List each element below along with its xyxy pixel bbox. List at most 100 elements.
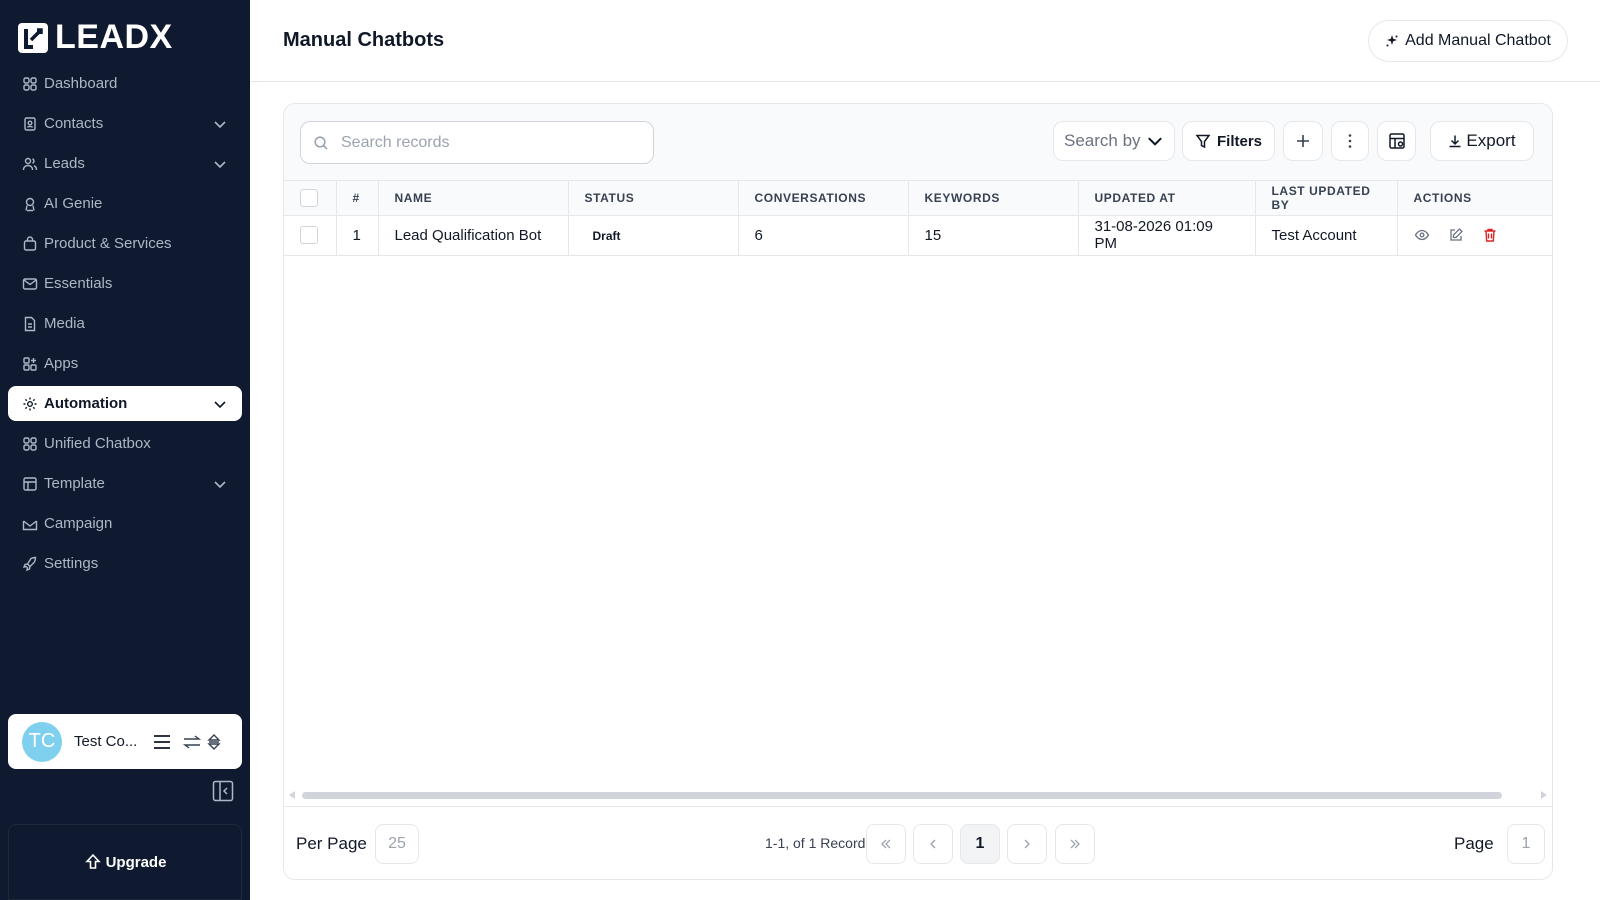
row-select-cell <box>284 215 337 256</box>
pagination-bar: Per Page 25 1-1, of 1 Records 1 Page 1 <box>284 806 1552 879</box>
filters-button[interactable]: Filters <box>1182 121 1275 161</box>
sidebar: LEADX Dashboard Contacts Leads AI Genie … <box>0 0 250 900</box>
upgrade-button[interactable]: Upgrade <box>8 824 242 900</box>
search-icon <box>314 135 328 150</box>
user-card[interactable]: TC Test Co... <box>8 714 242 769</box>
column-header-keywords[interactable]: KEYWORDS <box>908 181 1079 216</box>
chevron-down-icon[interactable] <box>212 476 228 492</box>
row-last-updated-by: Test Account <box>1255 215 1398 256</box>
search-box[interactable] <box>300 121 654 164</box>
chevron-right-icon <box>1024 839 1030 849</box>
upgrade-arrow-icon <box>84 853 101 869</box>
scroll-right-arrow[interactable] <box>1541 791 1547 799</box>
horizontal-scrollbar[interactable] <box>284 788 1552 802</box>
select-all-checkbox[interactable] <box>300 188 318 207</box>
sidebar-item-campaign[interactable]: Campaign <box>8 506 242 541</box>
status-badge: Draft <box>592 228 621 243</box>
chevron-down-icon[interactable] <box>212 396 228 412</box>
filters-label: Filters <box>1216 132 1262 150</box>
sidebar-item-apps[interactable]: Apps <box>8 346 242 381</box>
row-index: 1 <box>336 215 379 256</box>
column-header-index[interactable]: # <box>336 181 379 216</box>
double-chevron-right-icon <box>1070 839 1080 849</box>
table-row[interactable]: 1 Lead Qualification Bot Draft 6 15 31-0… <box>284 215 1552 256</box>
avatar: TC <box>22 721 62 762</box>
plus-icon <box>1297 135 1309 147</box>
column-header-status[interactable]: STATUS <box>568 181 739 216</box>
sidebar-item-settings[interactable]: Settings <box>8 546 242 581</box>
view-eye-icon[interactable] <box>1414 227 1430 243</box>
grid-icon <box>22 76 38 92</box>
rocket-icon <box>22 556 38 572</box>
row-status-cell: Draft <box>568 215 739 256</box>
more-options-button[interactable] <box>1331 121 1369 161</box>
select-all-cell <box>284 181 337 216</box>
menu-icon[interactable] <box>152 732 172 752</box>
column-header-name[interactable]: NAME <box>378 181 569 216</box>
search-by-dropdown[interactable]: Search by <box>1053 121 1175 161</box>
sparkle-icon <box>1386 35 1398 47</box>
next-page-button[interactable] <box>1007 824 1047 864</box>
page-input[interactable]: 1 <box>1507 824 1545 864</box>
sidebar-item-label: Dashboard <box>44 75 118 92</box>
filter-icon <box>1195 134 1211 149</box>
column-header-updated-at[interactable]: UPDATED AT <box>1078 181 1256 216</box>
columns-settings-button[interactable] <box>1377 121 1416 161</box>
column-header-actions: ACTIONS <box>1397 181 1552 216</box>
chevron-left-icon <box>930 839 936 849</box>
column-header-last-updated-by[interactable]: LAST UPDATED BY <box>1255 181 1398 216</box>
sidebar-item-ai-genie[interactable]: AI Genie <box>8 186 242 221</box>
delete-trash-icon[interactable] <box>1482 227 1498 243</box>
template-icon <box>22 476 38 492</box>
sidebar-item-leads[interactable]: Leads <box>8 146 242 181</box>
add-row-button[interactable] <box>1283 121 1323 161</box>
upgrade-label: Upgrade <box>105 853 167 871</box>
logo-icon <box>18 22 48 53</box>
chevron-down-icon[interactable] <box>212 156 228 172</box>
user-name: Test Co... <box>74 733 138 750</box>
row-name[interactable]: Lead Qualification Bot <box>378 215 569 256</box>
apps-icon <box>22 356 38 372</box>
sidebar-item-unified-chatbox[interactable]: Unified Chatbox <box>8 426 242 461</box>
edit-icon[interactable] <box>1448 227 1464 243</box>
export-label: Export <box>1466 131 1516 150</box>
records-table: # NAME STATUS CONVERSATIONS KEYWORDS UPD… <box>284 181 1552 256</box>
chevron-up-down-icon[interactable] <box>204 732 221 752</box>
last-page-button[interactable] <box>1055 824 1095 864</box>
sidebar-item-template[interactable]: Template <box>8 466 242 501</box>
sidebar-item-essentials[interactable]: Essentials <box>8 266 242 301</box>
page-number-button[interactable]: 1 <box>960 824 1000 864</box>
brand-name: LEADX <box>55 18 173 56</box>
switch-arrows-icon[interactable] <box>182 732 202 752</box>
search-input[interactable] <box>341 133 631 152</box>
sidebar-item-dashboard[interactable]: Dashboard <box>8 66 242 101</box>
records-count: 1-1, of 1 Records <box>765 835 873 851</box>
chevron-down-icon[interactable] <box>212 116 228 132</box>
sidebar-item-media[interactable]: Media <box>8 306 242 341</box>
sidebar-item-label: Settings <box>44 555 99 572</box>
sidebar-item-automation[interactable]: Automation <box>8 386 242 421</box>
sidebar-item-label: Unified Chatbox <box>44 435 151 452</box>
double-chevron-left-icon <box>881 839 891 849</box>
contact-book-icon <box>22 116 38 132</box>
prev-page-button[interactable] <box>913 824 953 864</box>
table-toolbar: Search by Filters Export <box>284 104 1552 181</box>
per-page-select[interactable]: 25 <box>375 824 419 864</box>
sidebar-item-contacts[interactable]: Contacts <box>8 106 242 141</box>
row-checkbox[interactable] <box>300 226 318 245</box>
add-manual-chatbot-button[interactable]: Add Manual Chatbot <box>1368 20 1568 62</box>
column-header-conversations[interactable]: CONVERSATIONS <box>738 181 909 216</box>
row-keywords: 15 <box>908 215 1079 256</box>
scrollbar-thumb[interactable] <box>302 792 1502 799</box>
table-header-row: # NAME STATUS CONVERSATIONS KEYWORDS UPD… <box>284 181 1552 216</box>
first-page-button[interactable] <box>866 824 906 864</box>
per-page-label: Per Page <box>296 834 367 853</box>
export-button[interactable]: Export <box>1430 121 1534 161</box>
bag-icon <box>22 235 38 252</box>
brand-logo[interactable]: LEADX <box>17 18 173 57</box>
page-label: Page <box>1454 834 1494 853</box>
add-button-label: Add Manual Chatbot <box>1405 32 1551 49</box>
scroll-left-arrow[interactable] <box>289 791 295 799</box>
sidebar-item-product-services[interactable]: Product & Services <box>8 226 242 261</box>
sidebar-collapse-icon[interactable] <box>212 780 234 802</box>
